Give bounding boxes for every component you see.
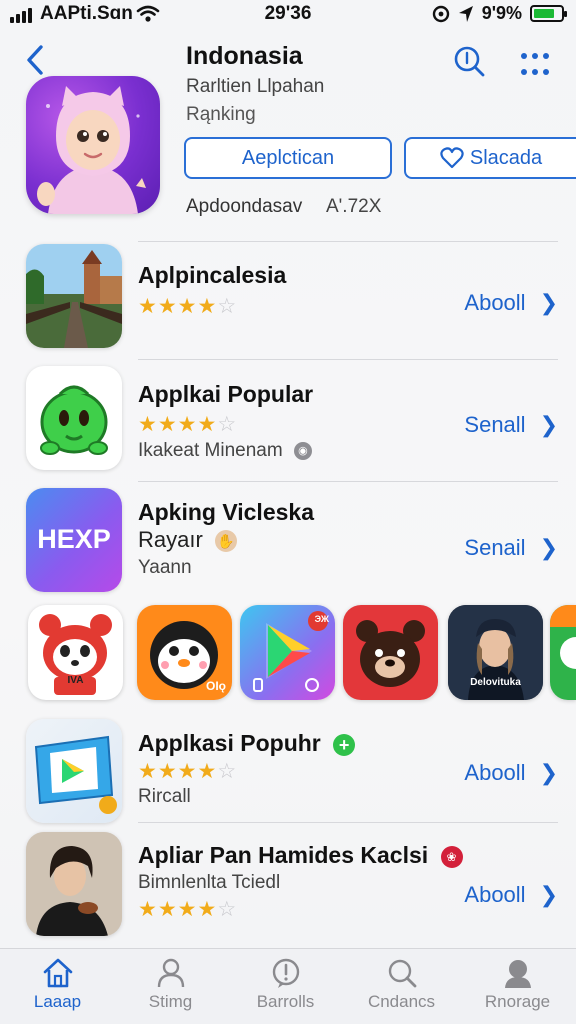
woman-photo-icon[interactable] xyxy=(26,832,122,936)
location-icon xyxy=(458,5,473,22)
app-subtitle: Rarltien Llpahan xyxy=(186,76,325,97)
home-icon xyxy=(43,958,72,988)
play-store-icon[interactable]: ЭЖ xyxy=(240,605,335,700)
tab-label: Laaap xyxy=(33,992,82,1011)
chevron-right-icon: ❯ xyxy=(539,760,558,785)
row-action-button[interactable]: Senail ❯ xyxy=(464,535,558,561)
search-icon xyxy=(454,46,485,77)
rating-stars: ★ ★ ★ ★ ☆ xyxy=(138,760,237,783)
eye-badge-icon: ◉ xyxy=(293,441,312,460)
heart-icon xyxy=(440,147,464,169)
carousel-text: IVA xyxy=(67,675,84,686)
rating-stars: ★ ★ ★ ★ ☆ xyxy=(138,413,237,436)
tab-search[interactable]: Cndancs xyxy=(344,957,459,1012)
app-ranking: Rąnking xyxy=(186,104,256,125)
tab-bar: Laaap Stimg Barrolls Cndancs Rnorage xyxy=(0,948,576,1024)
meta-label: Apdoondasav xyxy=(186,196,303,217)
chevron-right-icon: ❯ xyxy=(539,412,558,437)
divider xyxy=(138,822,558,823)
tab-label: Rnorage xyxy=(484,992,551,1011)
row-subtitle: Ikakeat Minenam ◉ xyxy=(138,440,312,462)
row-action-button[interactable]: Aboоll ❯ xyxy=(464,882,558,908)
back-button[interactable] xyxy=(20,42,50,78)
portrait-icon[interactable]: Delovituka xyxy=(448,605,543,700)
row-title-line2: Rayaır ✋ xyxy=(138,527,237,553)
status-bar: AAPti.Sɑn 29'36 9'9% xyxy=(0,0,576,28)
save-button-label: Slacada xyxy=(469,146,543,169)
focus-icon xyxy=(432,5,449,22)
more-button[interactable] xyxy=(518,46,552,80)
rating-stars: ★ ★ ★ ★ ☆ xyxy=(138,295,237,318)
app-icon xyxy=(26,76,160,214)
battery-percent: 9'9% xyxy=(481,3,522,23)
chevron-right-icon: ❯ xyxy=(539,535,558,560)
plus-badge-icon: + xyxy=(333,733,356,756)
hooded-girl-icon xyxy=(37,86,146,214)
divider xyxy=(138,481,558,482)
row-title: Aplpincalesia xyxy=(138,262,287,288)
row-subtitle: Bimnlenlta Tciedl xyxy=(138,872,281,893)
app-title: Indonasia xyxy=(186,42,303,70)
chevron-left-icon xyxy=(27,45,43,75)
row-action-button[interactable]: Senall ❯ xyxy=(464,412,558,438)
bridge-photo-icon[interactable] xyxy=(26,244,122,348)
tab-label: Stimg xyxy=(148,992,193,1011)
red-panda-icon[interactable]: IVA xyxy=(28,605,123,700)
divider xyxy=(138,359,558,360)
tab-profile[interactable]: Rnorage xyxy=(460,957,575,1012)
more-dots-icon xyxy=(521,53,549,75)
hexp-icon-text: HEXP xyxy=(37,524,111,554)
row-action-button[interactable]: Aboоll ❯ xyxy=(464,760,558,786)
hexp-app-icon[interactable]: HEXP xyxy=(26,488,122,592)
carousel-text: OIǫ xyxy=(206,679,226,693)
alert-icon xyxy=(272,958,299,988)
search-icon xyxy=(388,959,416,988)
row-title: Apliar Pan Hamides Kaclsi ❀ xyxy=(138,842,463,869)
row-title: Applkai Popular xyxy=(138,381,314,407)
carousel-text: Delovituka xyxy=(470,677,521,688)
chevron-right-icon: ❯ xyxy=(539,290,558,315)
tab-alerts[interactable]: Barrolls xyxy=(228,957,343,1012)
row-action-label: Aboоll xyxy=(464,882,526,907)
profile-icon xyxy=(504,960,531,988)
meta-value: A'.72X xyxy=(326,196,382,217)
row-action-label: Senall xyxy=(464,412,526,437)
application-button[interactable]: Aeplctican xyxy=(184,137,392,179)
row-action-label: Aboоll xyxy=(464,290,526,315)
battery-icon xyxy=(530,5,567,22)
tag-badge-icon: ❀ xyxy=(440,845,463,868)
tab-home[interactable]: Laaap xyxy=(0,957,115,1012)
row-subtitle: Rircall xyxy=(138,786,191,807)
row-title: Applkasi Popuhr + xyxy=(138,730,356,757)
search-button[interactable] xyxy=(452,44,486,78)
chevron-right-icon: ❯ xyxy=(539,882,558,907)
row-action-button[interactable]: Aboоll ❯ xyxy=(464,290,558,316)
tab-person[interactable]: Stimg xyxy=(113,957,228,1012)
penguin-icon[interactable]: OIǫ xyxy=(137,605,232,700)
row-subtitle: Yaann xyxy=(138,557,192,578)
bear-icon[interactable] xyxy=(343,605,438,700)
partial-icon[interactable] xyxy=(550,605,576,700)
application-button-label: Aeplctican xyxy=(241,146,335,169)
green-monster-icon[interactable] xyxy=(26,366,122,470)
hand-badge-icon: ✋ xyxy=(214,530,237,553)
divider xyxy=(138,241,558,242)
tab-label: Barrolls xyxy=(256,992,315,1011)
rating-stars: ★ ★ ★ ★ ☆ xyxy=(138,898,237,921)
row-action-label: Aboоll xyxy=(464,760,526,785)
row-title: Apking Vicleska xyxy=(138,499,314,525)
tv-play-icon[interactable] xyxy=(26,719,122,823)
save-button[interactable]: Slacada xyxy=(404,137,576,179)
row-action-label: Senail xyxy=(464,535,526,560)
tab-label: Cndancs xyxy=(367,992,436,1011)
person-icon xyxy=(157,958,184,988)
carousel-text: ЭЖ xyxy=(314,614,329,624)
